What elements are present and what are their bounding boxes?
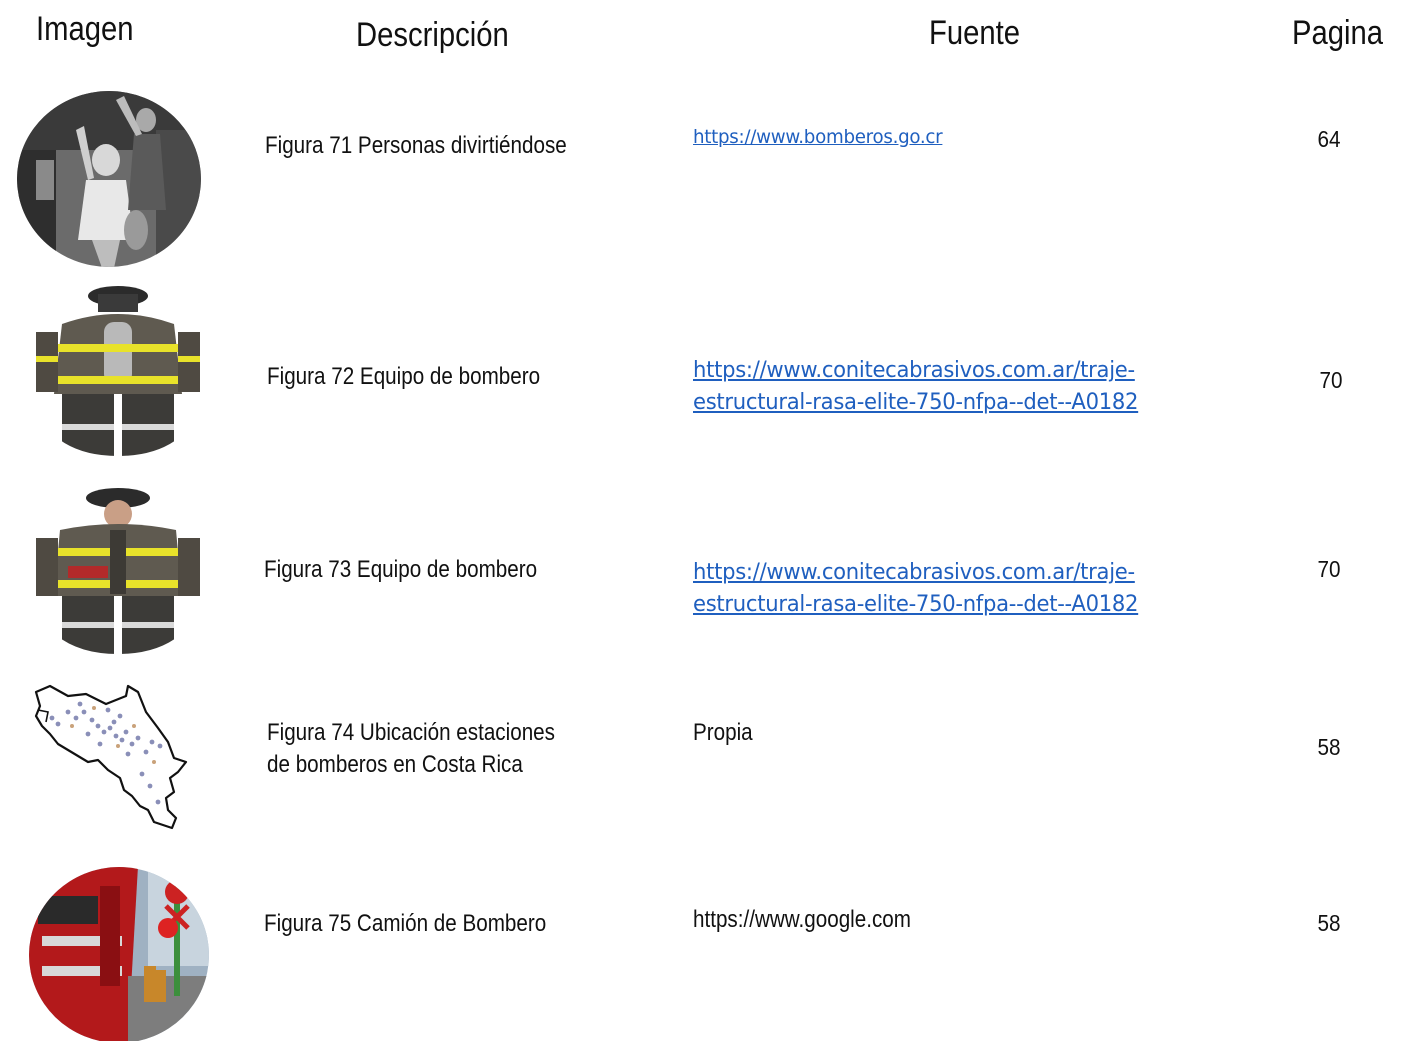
- description-fig-73: Figura 73 Equipo de bombero: [264, 556, 538, 583]
- description-fig-74-line2: de bomberos en Costa Rica: [267, 751, 523, 778]
- page-number-fig-73: 70: [1317, 556, 1341, 582]
- source-google: https://www.google.com: [693, 906, 911, 933]
- description-fig-72: Figura 72 Equipo de bombero: [267, 363, 541, 390]
- source-link-bomberos[interactable]: https://www.bomberos.go.cr: [693, 121, 943, 153]
- page-number-fig-72: 70: [1319, 367, 1343, 393]
- header-image: Imagen: [36, 10, 134, 48]
- fire-truck-thumbnail: [29, 867, 209, 1041]
- header-page: Pagina: [1292, 14, 1384, 52]
- people-photo-thumbnail: [17, 91, 201, 267]
- source-link-conitec-line2-b[interactable]: estructural-rasa-elite-750-nfpa--det--A0…: [693, 589, 1138, 621]
- header-source: Fuente: [929, 14, 1021, 52]
- source-link-conitec-line1-b[interactable]: https://www.conitecabrasivos.com.ar/traj…: [693, 557, 1135, 589]
- firefighter-back-thumbnail: [32, 284, 204, 456]
- description-fig-71: Figura 71 Personas divirtiéndose: [265, 132, 567, 159]
- costa-rica-map-thumbnail: [28, 682, 190, 830]
- description-fig-75: Figura 75 Camión de Bombero: [264, 910, 547, 937]
- page-number-fig-71: 64: [1317, 126, 1341, 152]
- source-propia: Propia: [693, 719, 753, 746]
- source-link-conitec-line2[interactable]: estructural-rasa-elite-750-nfpa--det--A0…: [693, 387, 1138, 419]
- source-link-conitec-line1[interactable]: https://www.conitecabrasivos.com.ar/traj…: [693, 355, 1135, 387]
- description-fig-74-line1: Figura 74 Ubicación estaciones: [267, 719, 555, 746]
- header-description: Descripción: [356, 16, 509, 54]
- firefighter-front-thumbnail: [32, 484, 204, 654]
- page-number-fig-74: 58: [1317, 734, 1341, 760]
- page-number-fig-75: 58: [1317, 910, 1341, 936]
